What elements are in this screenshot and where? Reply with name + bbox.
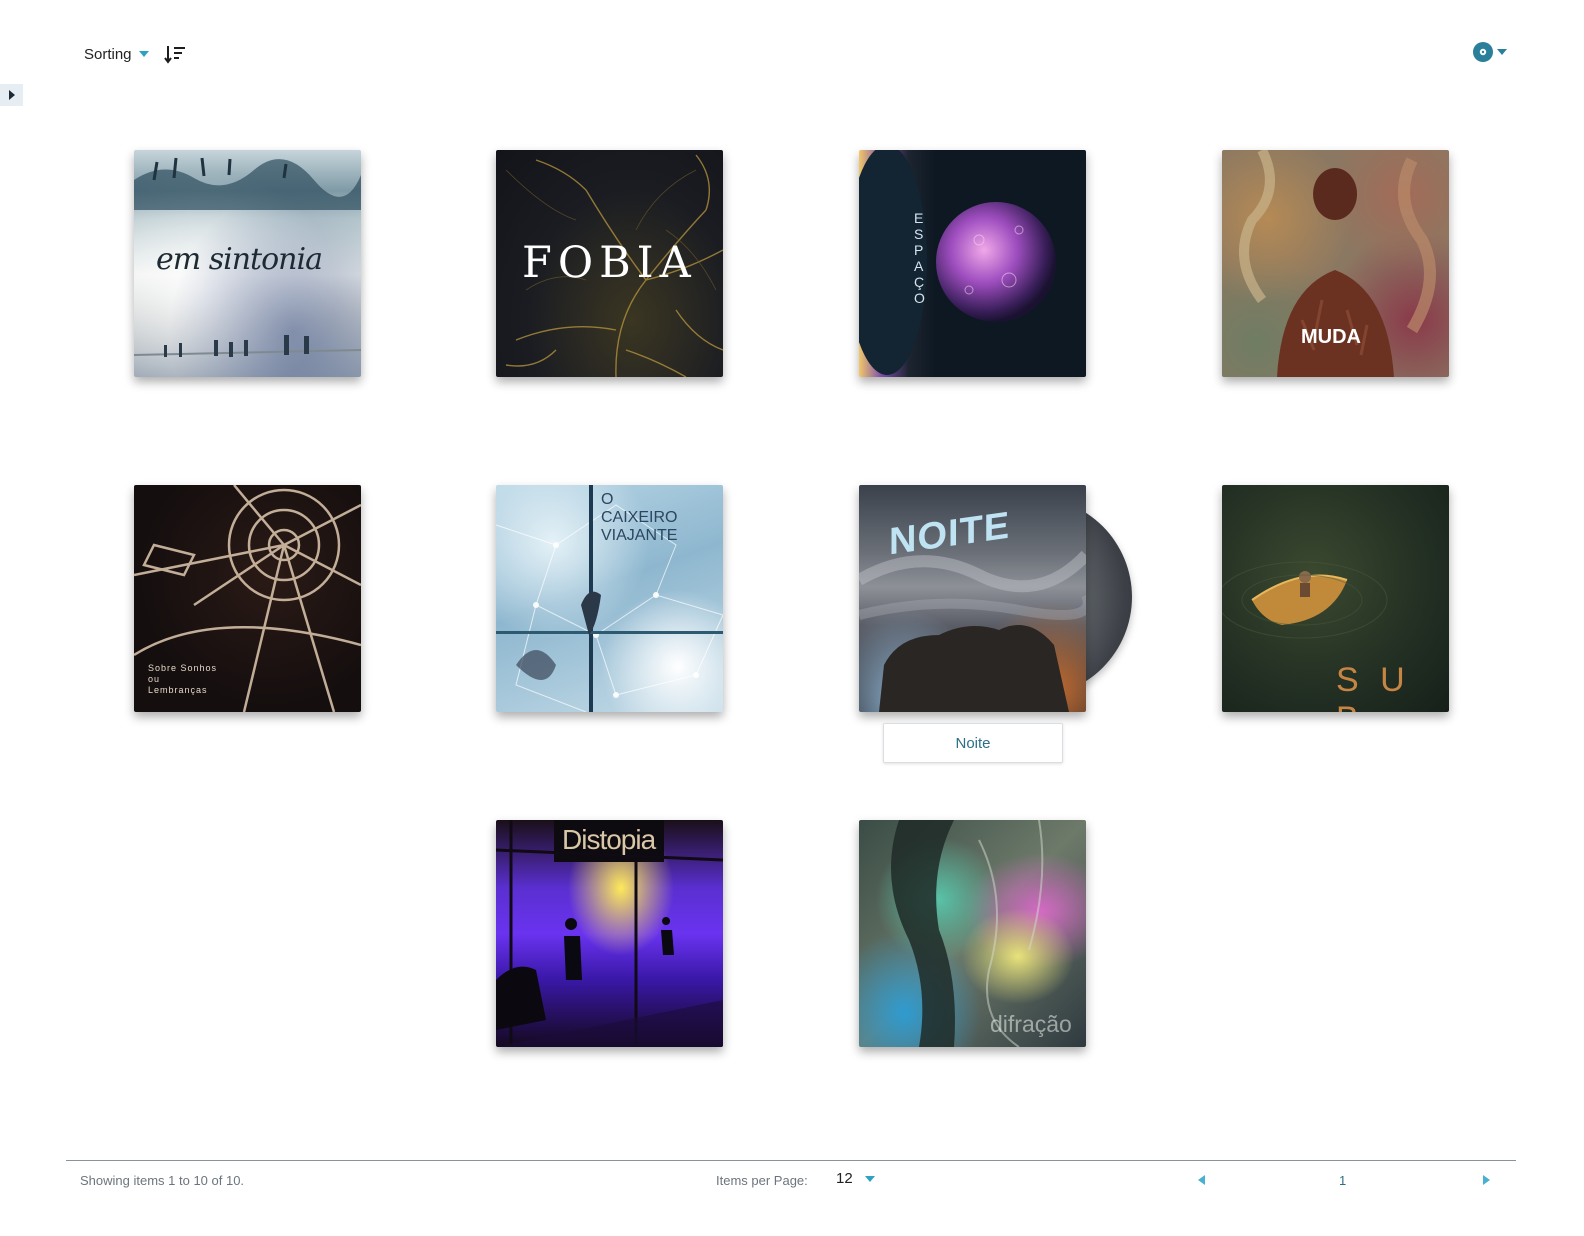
album-cover-espaco[interactable]: E S P A Ç O (859, 150, 1086, 377)
chevron-down-icon (138, 51, 149, 57)
chevron-right-icon (1483, 1175, 1490, 1185)
album-cover-title: FOBIA (522, 238, 697, 288)
album-cover-sub[interactable]: S U B (1222, 485, 1449, 712)
items-per-page-select[interactable]: 12 (836, 1170, 875, 1187)
album-cover-difracao[interactable]: difração (859, 820, 1086, 1047)
album-cover-muda[interactable]: MUDA (1222, 150, 1449, 377)
album-cover-title: MUDA (1301, 326, 1361, 348)
sorting-label: Sorting (84, 45, 132, 63)
album-cover-sobre-sonhos[interactable]: Sobre Sonhos ou Lembranças (134, 485, 361, 712)
album-cover-title: S U B (1336, 661, 1411, 712)
album-cover-title: O CAIXEIRO VIAJANTE (601, 491, 678, 544)
album-cover-title: difração (990, 1011, 1072, 1037)
cover-art (859, 150, 1056, 375)
chevron-down-icon (1497, 49, 1507, 55)
sidebar-toggle[interactable] (0, 84, 23, 106)
caret-right-icon (8, 90, 15, 100)
album-cover-title: E S P A Ç O (914, 210, 925, 306)
album-cover-o-caixeiro-viajante[interactable]: O CAIXEIRO VIAJANTE (496, 485, 723, 712)
sort-order-button[interactable] (163, 42, 187, 66)
album-cover-fobia[interactable]: FOBIA (496, 150, 723, 377)
album-cover-em-sintonia[interactable]: em sintonia (134, 150, 361, 377)
sorting-dropdown[interactable]: Sorting (84, 46, 149, 63)
items-per-page-value: 12 (836, 1170, 853, 1187)
view-settings-menu[interactable] (1472, 40, 1507, 64)
album-cover-title: Sobre Sonhos ou Lembranças (148, 663, 218, 695)
chevron-down-icon (864, 1175, 875, 1182)
album-cover-noite[interactable]: NOITE (859, 485, 1086, 712)
album-browser: Sorting em sintonia FOBIA E S P A Ç O MU… (0, 0, 1584, 1236)
disc-icon (1473, 42, 1493, 62)
next-page-button[interactable] (1483, 1175, 1493, 1187)
previous-page-button[interactable] (1198, 1175, 1208, 1187)
chevron-left-icon (1198, 1175, 1205, 1185)
album-cover-title: Distopia (562, 824, 656, 855)
footer-divider (66, 1160, 1516, 1161)
album-title-tooltip: Noite (883, 723, 1063, 763)
showing-items-text: Showing items 1 to 10 of 10. (80, 1173, 245, 1188)
sort-descending-icon (163, 46, 185, 64)
album-cover-title: em sintonia (156, 242, 323, 277)
items-per-page-label: Items per Page: (716, 1173, 808, 1188)
page-number-1[interactable]: 1 (1339, 1173, 1346, 1188)
album-cover-distopia[interactable]: Distopia (496, 820, 723, 1047)
sort-toolbar: Sorting (84, 40, 187, 68)
